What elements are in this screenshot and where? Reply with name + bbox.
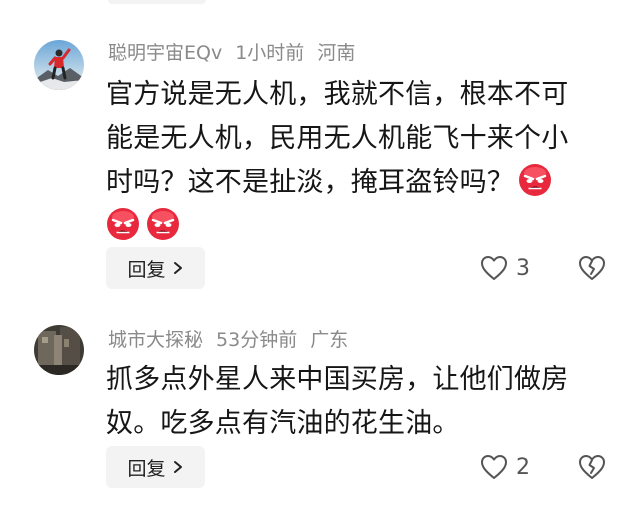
dislike-button[interactable] <box>578 454 606 484</box>
like-button[interactable]: 3 <box>480 255 530 281</box>
previous-reply-button-edge <box>108 0 206 4</box>
broken-heart-icon <box>579 256 605 280</box>
emoji-row <box>106 205 602 249</box>
avatar[interactable] <box>34 325 84 375</box>
reply-button[interactable]: 回复 <box>106 247 205 289</box>
angry-face-icon <box>518 163 552 197</box>
timestamp: 53分钟前 <box>216 329 298 351</box>
comment-text-line: 官方说是无人机，我就不信，根本不可 <box>106 79 569 110</box>
heart-icon <box>481 256 507 280</box>
like-count: 3 <box>516 255 530 281</box>
comment-text-line: 时吗？这不是扯淡，掩耳盗铃吗？ <box>106 161 602 205</box>
like-button[interactable]: 2 <box>480 454 530 480</box>
comment-meta: 聪明宇宙EQv 1小时前 河南 <box>108 41 368 65</box>
reply-label: 回复 <box>127 258 166 281</box>
comment-meta: 城市大探秘 53分钟前 广东 <box>108 328 361 352</box>
comment-text: 抓多点外星人来中国买房，让他们做房 奴。吃多点有汽油的花生油。 <box>106 358 602 446</box>
username[interactable]: 城市大探秘 <box>108 329 203 351</box>
reply-button[interactable]: 回复 <box>106 446 205 488</box>
comment-text-line: 奴。吃多点有汽油的花生油。 <box>106 408 460 439</box>
broken-heart-icon <box>579 455 605 479</box>
location: 广东 <box>310 329 349 351</box>
chevron-right-icon <box>173 262 182 274</box>
comment-text-line: 抓多点外星人来中国买房，让他们做房 <box>106 364 569 395</box>
reply-label: 回复 <box>127 457 166 480</box>
chevron-right-icon <box>173 461 182 473</box>
dislike-button[interactable] <box>578 255 606 285</box>
location: 河南 <box>317 42 356 64</box>
timestamp: 1小时前 <box>235 42 305 64</box>
heart-icon <box>481 455 507 479</box>
username[interactable]: 聪明宇宙EQv <box>108 42 222 64</box>
like-count: 2 <box>516 454 530 480</box>
avatar[interactable] <box>34 40 84 90</box>
comment-text-line: 能是无人机，民用无人机能飞十来个小 <box>106 123 569 154</box>
angry-face-icon <box>106 207 140 241</box>
comment-text-segment: 时吗？这不是扯淡，掩耳盗铃吗？ <box>106 167 514 198</box>
comment-text: 官方说是无人机，我就不信，根本不可 能是无人机，民用无人机能飞十来个小 时吗？这… <box>106 73 602 249</box>
angry-face-icon <box>146 207 180 241</box>
